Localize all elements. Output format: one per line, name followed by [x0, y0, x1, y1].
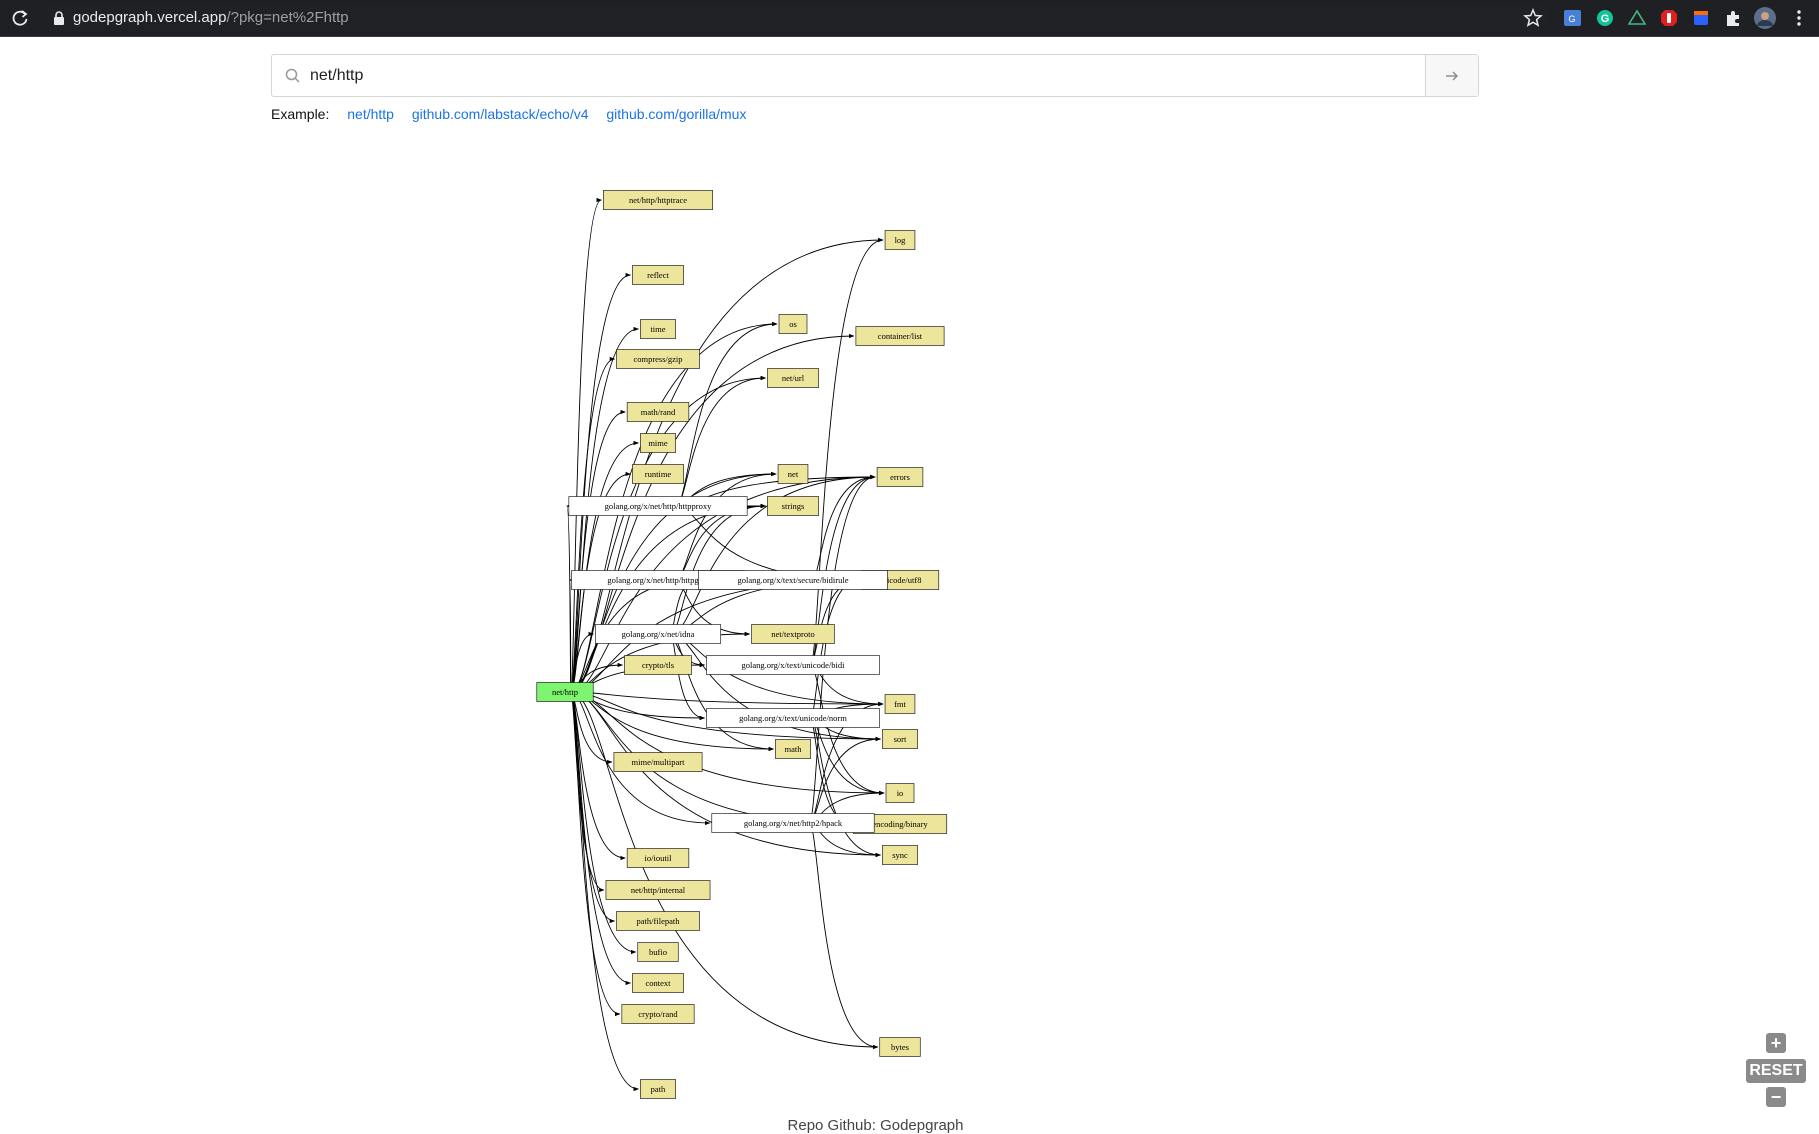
package-node-label: io [897, 788, 904, 798]
package-node[interactable]: math/rand [626, 402, 690, 422]
package-node[interactable]: path/filepath [616, 911, 700, 931]
package-node[interactable]: bufio [637, 942, 679, 962]
package-node[interactable]: math [775, 739, 811, 759]
package-node[interactable]: runtime [632, 464, 684, 484]
vendor-package-node-label: golang.org/x/net/idna [622, 629, 695, 639]
package-node[interactable]: sort [882, 729, 918, 749]
package-node[interactable]: net/textproto [751, 624, 835, 644]
package-node-label: io/ioutil [645, 853, 673, 863]
graph-nodes: net/http/httptrace reflect time compress/gz… [536, 190, 948, 1099]
package-node[interactable]: crypto/tls [624, 655, 692, 675]
package-node[interactable]: sync [882, 845, 918, 865]
vendor-package-node[interactable]: golang.org/x/text/unicode/bidi [706, 655, 880, 675]
package-node[interactable]: io [885, 783, 915, 803]
package-node-label: reflect [647, 270, 669, 280]
package-node-label: time [650, 324, 665, 334]
package-node-label: math [785, 744, 803, 754]
package-node-label: log [895, 235, 907, 245]
vendor-package-node[interactable]: golang.org/x/text/unicode/norm [706, 708, 880, 728]
dependency-edge [810, 717, 885, 796]
package-node-label: bytes [891, 1042, 909, 1052]
package-node[interactable]: mime [640, 433, 676, 453]
package-node-label: path [651, 1084, 666, 1094]
package-node[interactable]: compress/gzip [616, 349, 700, 369]
vendor-package-node[interactable]: golang.org/x/net/idna [595, 624, 721, 644]
dependency-edge [570, 409, 626, 693]
repo-footer-link[interactable]: Repo Github: Godepgraph [0, 1117, 1751, 1134]
package-node-label: math/rand [641, 407, 676, 417]
dependency-edge [570, 691, 879, 1050]
vendor-package-node[interactable]: golang.org/x/net/http/httpproxy [568, 496, 748, 516]
package-node-label: errors [890, 472, 910, 482]
dependency-edge [570, 375, 766, 693]
package-node-label: os [789, 319, 797, 329]
package-node-label: fmt [894, 699, 906, 709]
package-node-label: bufio [649, 947, 667, 957]
zoom-out-button[interactable]: − [1766, 1087, 1786, 1107]
dependency-edge [808, 822, 879, 1050]
package-node-label: context [645, 978, 671, 988]
package-node[interactable]: strings [767, 496, 819, 516]
package-node-label: mime/multipart [632, 757, 686, 767]
package-node-label: net/http/httptrace [629, 195, 687, 205]
dependency-edge [670, 633, 706, 721]
package-node-label: net [788, 469, 799, 479]
package-node[interactable]: errors [876, 467, 924, 487]
package-node[interactable]: net [777, 464, 809, 484]
vendor-package-node[interactable]: golang.org/x/text/secure/bidirule [698, 570, 888, 590]
package-node[interactable]: crypto/rand [621, 1004, 695, 1024]
package-node-label: runtime [645, 469, 672, 479]
vendor-package-node-label: golang.org/x/net/http/httpguts [607, 575, 708, 585]
package-node[interactable]: fmt [884, 694, 916, 714]
package-node-label: crypto/tls [642, 660, 674, 670]
package-node[interactable]: context [632, 973, 684, 993]
vendor-package-node-label: golang.org/x/net/http2/hpack [744, 818, 843, 828]
dependency-edge [675, 471, 777, 581]
package-node-label: compress/gzip [633, 354, 682, 364]
package-node[interactable]: os [778, 314, 808, 334]
package-node[interactable]: container/list [855, 326, 945, 346]
package-node-label: path/filepath [637, 916, 681, 926]
zoom-in-button[interactable]: + [1766, 1033, 1786, 1053]
root-package-node[interactable]: net/http [536, 682, 594, 702]
package-node[interactable]: mime/multipart [613, 752, 703, 772]
vendor-package-node[interactable]: golang.org/x/net/http2/hpack [711, 813, 875, 833]
package-node-label: net/url [782, 373, 805, 383]
package-node[interactable]: path [640, 1079, 676, 1099]
package-node-label: sync [892, 850, 908, 860]
package-node[interactable]: net/http/httptrace [602, 190, 713, 210]
package-node-label: crypto/rand [638, 1009, 678, 1019]
package-node[interactable]: log [884, 230, 916, 250]
root-package-node-label: net/http [552, 687, 578, 697]
package-node[interactable]: reflect [632, 265, 684, 285]
dependency-graph[interactable]: net/http/httptrace reflect time compress/gz… [0, 0, 1819, 1116]
package-node-label: strings [782, 501, 805, 511]
vendor-package-node-label: golang.org/x/net/http/httpproxy [605, 501, 713, 511]
dependency-edge [808, 474, 876, 824]
dependency-edge [570, 197, 602, 693]
vendor-package-node-label: golang.org/x/text/unicode/norm [739, 713, 847, 723]
package-node[interactable]: time [640, 319, 676, 339]
dependency-edge [675, 375, 766, 507]
reset-zoom-button[interactable]: RESET [1746, 1059, 1806, 1083]
package-node[interactable]: bytes [879, 1037, 921, 1057]
package-node-label: encoding/binary [872, 819, 928, 829]
package-node[interactable]: net/url [767, 368, 819, 388]
package-node-label: net/textproto [771, 629, 814, 639]
package-node[interactable]: io/ioutil [626, 848, 690, 868]
package-node[interactable]: net/http/internal [605, 880, 711, 900]
dependency-edge [670, 633, 774, 752]
vendor-package-node-label: golang.org/x/text/unicode/bidi [741, 660, 845, 670]
graph-edges [566, 197, 885, 1092]
dependency-edge [570, 691, 885, 796]
package-node-label: net/http/internal [631, 885, 686, 895]
vendor-package-node-label: golang.org/x/text/secure/bidirule [737, 575, 848, 585]
package-node-label: container/list [878, 331, 923, 341]
package-node-label: mime [648, 438, 668, 448]
package-node-label: sort [894, 734, 907, 744]
